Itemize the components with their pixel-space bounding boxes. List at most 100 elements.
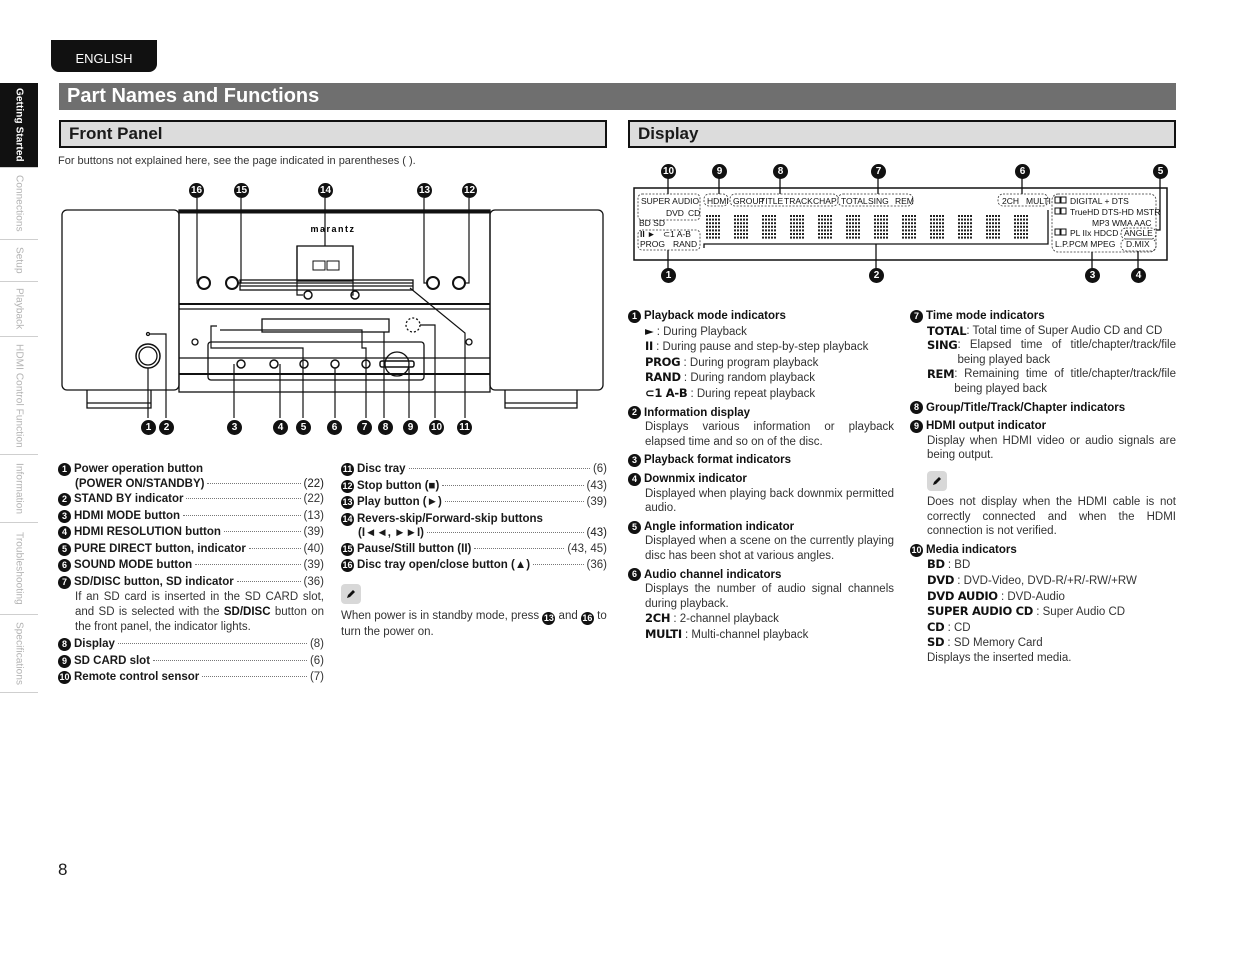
display-item-3-title: 3 Playback format indicators [628, 453, 894, 468]
display-item-5-title: 5 Angle information indicator [628, 520, 894, 535]
display-item-1-title: 1 Playback mode indicators [628, 309, 894, 324]
part-item-1: 1 Power operation button [58, 463, 324, 476]
page-ref[interactable]: (39) [304, 526, 324, 538]
callout: 10 [910, 543, 923, 557]
callout-8: 8 [378, 420, 393, 435]
display-items-right: 7 Time mode indicators TOTAL : Total time… [910, 305, 1176, 665]
callout: 6 [58, 559, 71, 572]
part-item-7: 7 SD/DISC button, SD indicator (36) [58, 575, 324, 589]
display-item-7-line: REM : Remaining time of title/chapter/tr… [910, 367, 1176, 396]
sidenav-label: Troubleshooting [13, 532, 25, 605]
display-callout-9: 9 [712, 164, 727, 179]
page-ref[interactable]: (40) [304, 543, 324, 555]
display-callout-6: 6 [1015, 164, 1030, 179]
page-ref[interactable]: (39) [304, 559, 324, 571]
dot-matrix-cell [846, 215, 860, 239]
indicator-dmix: D.MIX [1126, 239, 1150, 249]
page-ref[interactable]: (7) [310, 671, 324, 683]
indicator-rem: REM [895, 196, 914, 206]
display-item-2-body: Displays various information or playback… [645, 421, 894, 448]
display-item-5-body: Displayed when a scene on the currently … [645, 535, 894, 562]
page-ref[interactable]: (6) [310, 655, 324, 667]
display-item-6-title: 6 Audio channel indicators [628, 568, 894, 583]
part-label: SOUND MODE button [74, 559, 193, 571]
callout: 6 [628, 568, 641, 582]
part-item-14-cont: (I◄◄, ►►I) (43) [341, 527, 607, 539]
part-7-description: If an SD card is inserted in the SD CARD… [58, 590, 324, 635]
page-ref[interactable]: (36) [587, 559, 607, 571]
indicator-title: TITLE [760, 196, 783, 206]
front-panel-diagram: marantz [61, 198, 604, 418]
part-label: (I◄◄, ►►I) [358, 527, 424, 539]
item-title: Downmix indicator [644, 472, 747, 485]
memo-text: When power is in standby mode, press [341, 610, 543, 622]
callout: 16 [341, 559, 354, 572]
sidenav-specifications[interactable]: Specifications [0, 615, 38, 693]
value: : DVD-Audio [997, 590, 1065, 603]
callout-9: 9 [403, 420, 418, 435]
display-items-left: 1 Playback mode indicators ► : During Pla… [628, 305, 894, 642]
indicator-plii: PL IIx HDCD [1070, 228, 1118, 238]
dot-matrix-cell [734, 215, 748, 239]
page-ref[interactable]: (39) [587, 496, 607, 508]
value: : Total time of Super Audio CD and CD [966, 324, 1163, 337]
item-title: Information display [644, 406, 751, 419]
page-ref[interactable]: (22) [304, 478, 324, 490]
callout: 10 [58, 671, 71, 684]
display-callout-8: 8 [773, 164, 788, 179]
page-ref[interactable]: (22) [304, 493, 324, 505]
indicator-bd-sd: BD SD [639, 218, 665, 228]
sidenav-connections[interactable]: Connections [0, 168, 38, 240]
page-ref[interactable]: (43, 45) [567, 543, 607, 555]
callout-15: 15 [234, 183, 249, 198]
callout: 4 [628, 472, 641, 486]
key: MULTI [645, 626, 682, 641]
key: ⊂1 A-B [645, 385, 688, 400]
part-item-12: 12 Stop button (■) (43) [341, 479, 607, 493]
sidenav-getting-started[interactable]: Getting Started [0, 83, 38, 168]
indicator-sing: SING [868, 196, 889, 206]
display-memo: Does not display when the HDMI cable is … [910, 470, 1176, 539]
language-label: ENGLISH [75, 50, 133, 66]
value: : Elapsed time of title/chapter/track/fi… [957, 339, 1176, 366]
brand-logo: marantz [310, 224, 355, 234]
callout-1: 1 [141, 420, 156, 435]
display-callout-4: 4 [1131, 268, 1146, 283]
callout: 11 [341, 463, 354, 476]
display-item-9-body: Display when HDMI video or audio signals… [927, 434, 1176, 462]
callout: 7 [58, 575, 71, 589]
value: : 2-channel playback [670, 613, 779, 626]
page-ref[interactable]: (43) [587, 527, 607, 539]
page-ref[interactable]: (6) [593, 463, 607, 475]
callout: 9 [910, 419, 923, 433]
display-item-7-line: SING : Elapsed time of title/chapter/tra… [910, 338, 1176, 367]
sidenav-setup[interactable]: Setup [0, 240, 38, 282]
indicator-angle: ANGLE [1124, 228, 1153, 238]
dot-matrix-cell [986, 215, 1000, 239]
callout-16: 16 [189, 183, 204, 198]
right-side-panel [489, 209, 604, 391]
display-item-4-title: 4 Downmix indicator [628, 472, 894, 487]
page-ref[interactable]: (8) [310, 638, 324, 650]
value: : During Playback [653, 325, 747, 338]
callout: 4 [58, 526, 71, 539]
sidenav-playback[interactable]: Playback [0, 282, 38, 337]
dot-matrix-cell [790, 215, 804, 239]
indicator-cd: CD [688, 208, 700, 218]
language-tab[interactable]: ENGLISH [51, 40, 157, 72]
callout: 3 [628, 454, 641, 468]
sidenav-information[interactable]: Information [0, 455, 38, 523]
page-ref[interactable]: (43) [587, 480, 607, 492]
display-item-10-lines: BD : BD DVD : DVD-Video, DVD-R/+R/-RW/+R… [910, 557, 1176, 665]
front-panel-memo: When power is in standby mode, press 13 … [341, 609, 607, 640]
key: REM [927, 367, 955, 382]
callout: 13 [341, 496, 354, 509]
page-ref[interactable]: (36) [304, 576, 324, 588]
part-label: Pause/Still button (II) [357, 542, 472, 555]
sidenav-hdmi-control[interactable]: HDMI Control Function [0, 337, 38, 455]
indicator-multi: MULTI [1026, 196, 1051, 206]
page-ref[interactable]: (13) [304, 510, 324, 522]
sidenav-troubleshooting[interactable]: Troubleshooting [0, 523, 38, 615]
key: SD [927, 635, 945, 650]
item-title: Group/Title/Track/Chapter indicators [926, 401, 1126, 414]
